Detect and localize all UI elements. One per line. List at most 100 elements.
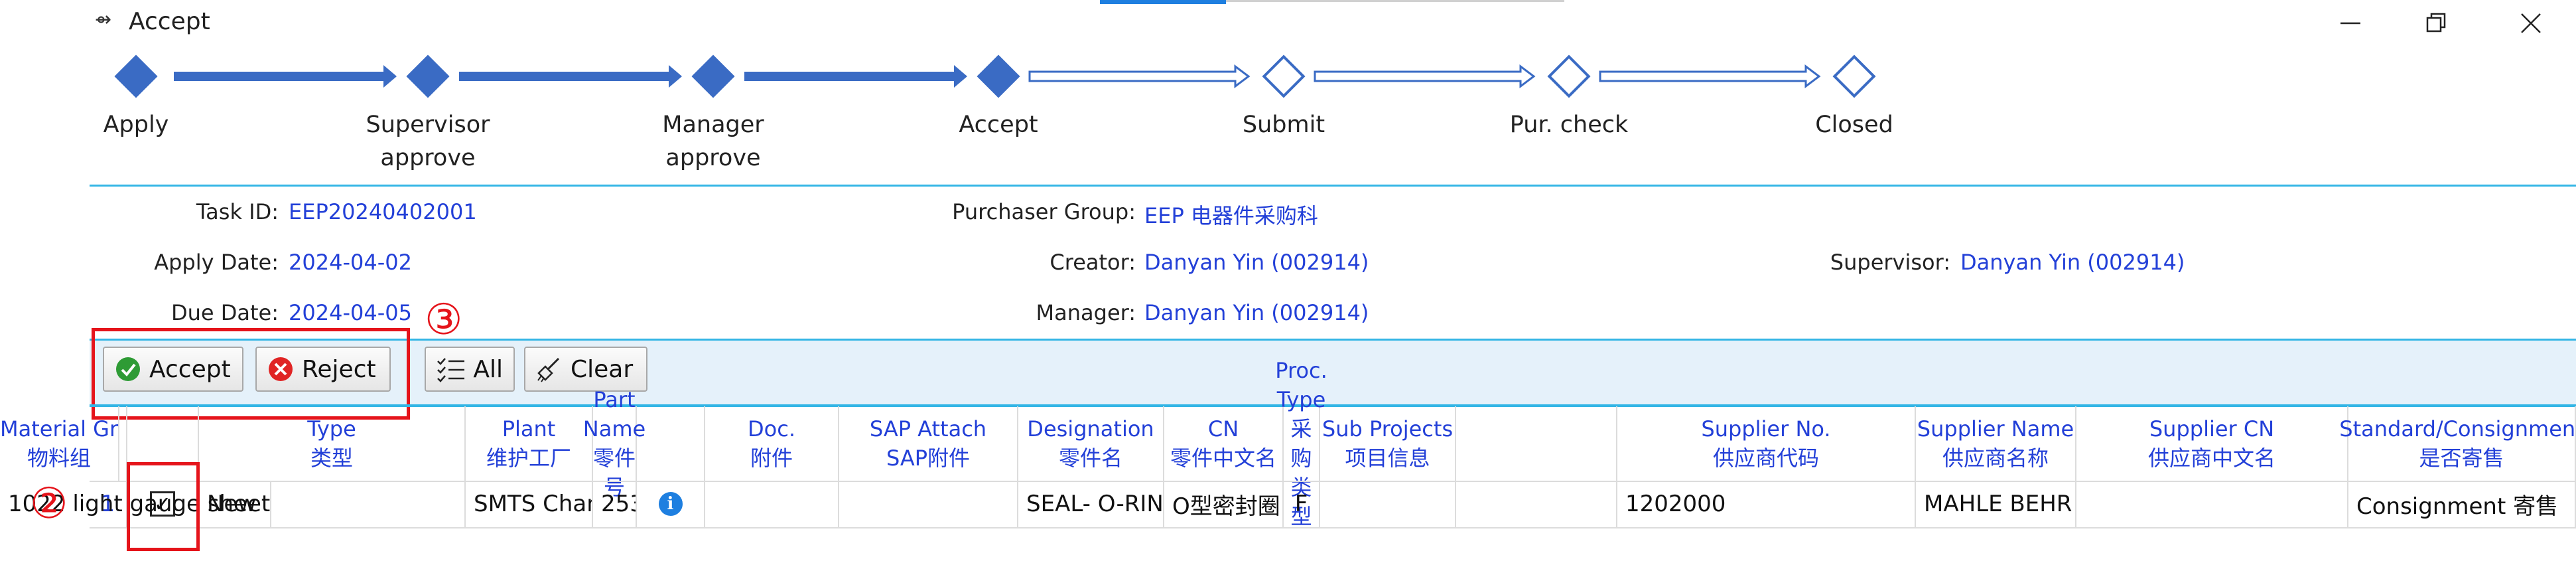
section-divider <box>90 185 2576 187</box>
clear-label: Clear <box>571 355 634 383</box>
column-header-8[interactable]: CN 零件中文名 <box>1164 406 1284 481</box>
column-header-cn: 供应商名称 <box>1942 446 2049 471</box>
purchaser-group-label: Purchaser Group: <box>952 199 1136 224</box>
column-header-13[interactable]: Supplier Name 供应商名称 <box>1916 406 2076 481</box>
doc-cell <box>705 481 839 527</box>
due-date-value: 2024-04-05 <box>289 300 412 325</box>
column-header-cn: 是否寄售 <box>2419 446 2504 471</box>
cn-cell: O型密封圈 <box>1164 481 1284 527</box>
column-header-en: Supplier Name <box>1917 416 2074 442</box>
column-header-en: Proc. Type <box>1275 358 1327 412</box>
sub-projects-cell <box>1320 481 1456 527</box>
maximize-button[interactable] <box>2400 3 2473 44</box>
info-cell: i <box>637 481 705 527</box>
arrow-5 <box>1314 64 1536 88</box>
column-header-cn: 供应商中文名 <box>2147 446 2275 471</box>
column-header-15[interactable]: Standard/Consignment 是否寄售 <box>2339 406 2576 481</box>
purchaser-group-value: EEP 电器件采购科 <box>1144 203 1318 228</box>
column-header-cn: 维护工厂 <box>486 446 571 471</box>
column-header-en: Doc. <box>748 416 795 442</box>
link-icon: ⇴ <box>95 8 112 31</box>
window-title: Accept <box>129 8 210 35</box>
column-header-6[interactable]: SAP Attach SAP附件 <box>839 406 1018 481</box>
column-header-en: Material Gr <box>0 416 119 442</box>
column-header-11[interactable] <box>1456 406 1617 481</box>
column-header-en: SAP Attach <box>869 416 987 442</box>
column-header-en: Supplier CN <box>2149 416 2275 442</box>
part-name-cell: 25385 <box>593 481 637 527</box>
step-3-label: Manager approve <box>662 112 764 171</box>
creator-label: Creator: <box>1050 250 1136 275</box>
top-accent-bar <box>1100 0 1226 4</box>
column-header-9[interactable]: Proc. Type 采购类型 <box>1275 358 1327 529</box>
annotation-box-checkbox <box>127 462 200 551</box>
arrow-3 <box>744 72 957 81</box>
row-divider <box>90 527 2576 528</box>
column-header-en: Sub Projects <box>1322 416 1454 442</box>
column-header-12[interactable]: Supplier No. 供应商代码 <box>1617 406 1916 481</box>
task-id-value[interactable]: EEP20240402001 <box>289 199 477 224</box>
column-header-cn: 物料组 <box>27 446 92 471</box>
step-4-label: Accept <box>959 112 1038 138</box>
column-header-cn: 零件中文名 <box>1170 446 1276 471</box>
arrow-head-3 <box>954 65 967 88</box>
task-id-label: Task ID: <box>196 199 279 224</box>
arrow-head-2 <box>669 65 682 88</box>
title-bar: ⇴ Accept <box>0 0 2576 46</box>
column-header-4[interactable] <box>637 406 705 481</box>
column-header-14[interactable]: Supplier CN 供应商中文名 <box>2076 406 2348 481</box>
column-header-en: Standard/Consignment <box>2339 416 2576 442</box>
close-icon <box>2521 13 2541 33</box>
column-header-2[interactable]: Plant 维护工厂 <box>466 406 593 481</box>
step-6-label: Pur. check <box>1509 112 1629 138</box>
supervisor-label: Supervisor: <box>1830 250 1950 275</box>
arrow-2 <box>459 72 671 81</box>
close-button[interactable] <box>2494 3 2567 44</box>
apply-date-label: Apply Date: <box>154 250 279 275</box>
supervisor-value: Danyan Yin (002914) <box>1960 250 2185 275</box>
broom-icon <box>537 357 560 382</box>
manager-value: Danyan Yin (002914) <box>1144 300 1369 325</box>
sap-attach-cell <box>839 481 1018 527</box>
select-all-button[interactable]: All <box>425 347 515 392</box>
column-header-cn: 零件名 <box>1058 446 1122 471</box>
supplier-cn-cell <box>2076 481 2348 527</box>
select-all-label: All <box>473 355 503 383</box>
due-date-label: Due Date: <box>170 300 279 325</box>
checklist-icon <box>437 358 464 382</box>
designation-cell: SEAL- O-RING <box>1018 481 1164 527</box>
column-header-16[interactable]: Material Gr 物料组 <box>0 406 120 481</box>
column-header-en: CN <box>1207 416 1239 442</box>
column-header-cn: SAP附件 <box>886 446 971 471</box>
column-header-3[interactable]: Part Name 零件号 <box>583 387 645 500</box>
annotation-number-3: ③ <box>425 295 463 345</box>
creator-value: Danyan Yin (002914) <box>1144 250 1369 275</box>
column-header-7[interactable]: Designation 零件名 <box>1018 406 1164 481</box>
column-header-10[interactable]: Sub Projects 项目信息 <box>1320 406 1456 481</box>
column-header-en: Type <box>307 416 356 442</box>
blank-cell <box>1456 481 1617 527</box>
arrow-6 <box>1599 64 1821 88</box>
info-icon[interactable]: i <box>658 492 683 516</box>
top-accent-track <box>1226 0 1564 2</box>
restore-icon <box>2426 13 2446 33</box>
standard-consignment-cell: Consignment 寄售 <box>2348 481 2576 527</box>
column-header-cn: 附件 <box>750 446 793 471</box>
arrow-1 <box>174 72 386 81</box>
arrow-4 <box>1028 64 1251 88</box>
column-header-cn: 项目信息 <box>1345 446 1430 471</box>
step-1-label: Apply <box>103 112 169 138</box>
minimize-button[interactable] <box>2314 3 2387 44</box>
column-header-en: Designation <box>1027 416 1154 442</box>
column-header-en: Plant <box>502 416 556 442</box>
column-header-cn: 类型 <box>310 446 353 471</box>
minimize-icon <box>2340 22 2360 25</box>
proc-type-cell: F <box>1284 481 1320 527</box>
column-header-1[interactable]: Type 类型 <box>199 406 466 481</box>
step-5-label: Submit <box>1242 112 1325 138</box>
manager-label: Manager: <box>1036 300 1136 325</box>
supplier-no-cell: 1202000 <box>1617 481 1916 527</box>
column-header-en: Supplier No. <box>1701 416 1831 442</box>
column-header-5[interactable]: Doc. 附件 <box>705 406 839 481</box>
supplier-name-cell: MAHLE BEHR SPAIN S.A. <box>1916 481 2076 527</box>
